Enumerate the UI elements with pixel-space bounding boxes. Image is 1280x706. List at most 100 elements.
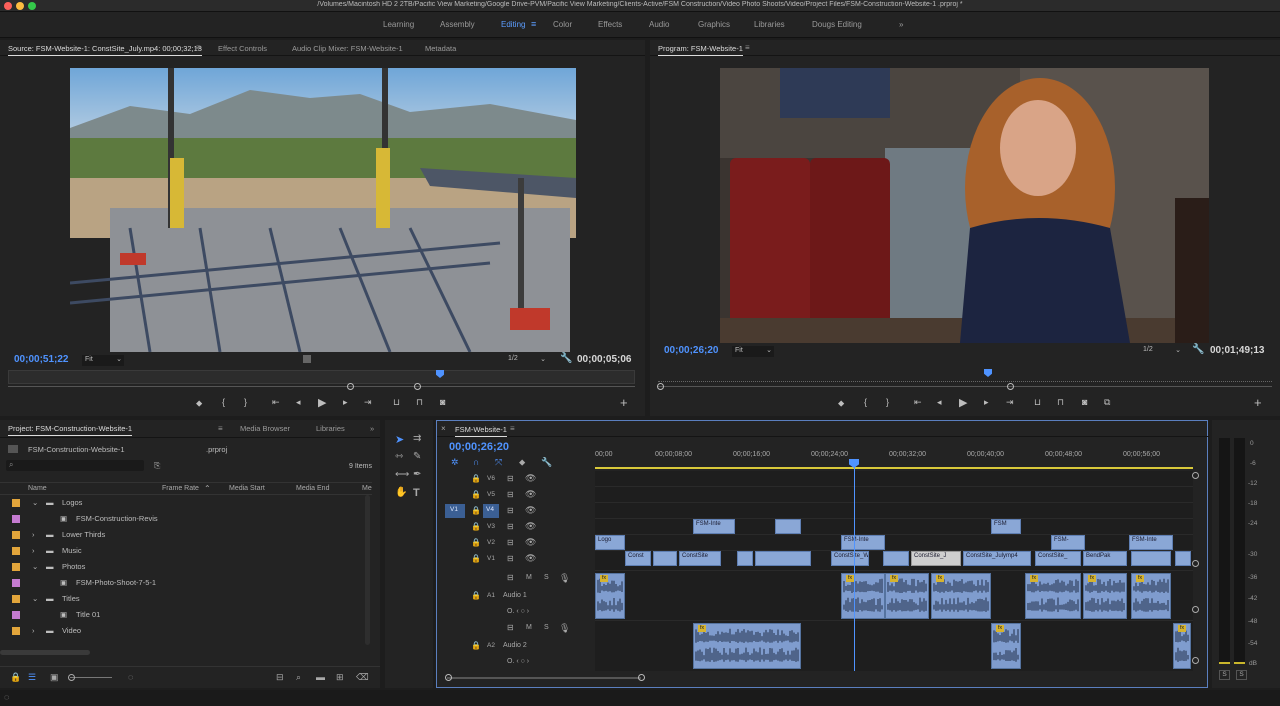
play-icon[interactable]: ▶ <box>959 396 967 409</box>
track-select-tool-icon[interactable]: ⇉ <box>413 433 421 444</box>
column-name[interactable]: Name <box>28 485 47 492</box>
video-clip[interactable] <box>1175 551 1191 566</box>
video-clip[interactable] <box>737 551 753 566</box>
solo-button[interactable]: S <box>544 624 549 631</box>
disclosure-open-icon[interactable]: ⌄ <box>32 498 38 507</box>
time-ruler[interactable]: 00;00 00;00;08;00 00;00;16;00 00;00;24;0… <box>595 447 1193 469</box>
audio-clip[interactable]: fx <box>991 623 1021 669</box>
column-frame-rate[interactable]: Frame Rate <box>162 485 199 492</box>
source-zoom-bar[interactable] <box>8 386 635 387</box>
source-timecode[interactable]: 00;00;51;22 <box>14 354 68 365</box>
list-item[interactable]: ▣ FSM-Photo-Shoot-7-5-1 <box>0 575 372 591</box>
vertical-zoom-handle[interactable] <box>1192 472 1199 479</box>
panel-menu-icon[interactable]: ≡ <box>196 43 201 52</box>
ripple-edit-tool-icon[interactable]: ⇿ <box>395 451 403 462</box>
add-marker-icon[interactable]: ⬥ <box>196 398 202 409</box>
list-item[interactable]: ⌄ ▬ Titles <box>0 591 372 607</box>
sync-lock-icon[interactable]: ⊟ <box>507 554 514 563</box>
list-item[interactable]: ⌄ ▬ Photos <box>0 559 372 575</box>
tab-media-browser[interactable]: Media Browser <box>240 424 290 433</box>
program-scrub-bar[interactable] <box>658 369 1272 382</box>
panel-menu-icon[interactable]: ≡ <box>218 424 223 433</box>
video-clip[interactable]: BendPak <box>1083 551 1127 566</box>
disclosure-closed-icon[interactable]: › <box>32 530 35 539</box>
program-zoom-bar[interactable] <box>658 386 1272 387</box>
list-item[interactable]: › ▬ Lower Thirds <box>0 527 372 543</box>
workspace-effects[interactable]: Effects <box>598 20 622 29</box>
add-button-icon[interactable]: + <box>620 395 628 410</box>
audio-clip[interactable]: fx <box>885 573 929 619</box>
workspace-editing[interactable]: Editing <box>501 20 525 29</box>
mute-button[interactable]: M <box>526 574 532 581</box>
source-insert-icon[interactable] <box>303 355 311 363</box>
program-zoom-handle-right[interactable] <box>1007 383 1014 390</box>
workspace-menu-icon[interactable]: ≡ <box>531 19 536 29</box>
lock-icon[interactable]: 🔒 <box>471 490 481 499</box>
sync-lock-icon[interactable]: ⊟ <box>507 573 514 582</box>
mark-in-icon[interactable]: { <box>864 397 867 407</box>
snap-icon[interactable]: ∩ <box>473 457 479 467</box>
project-horizontal-scrollbar[interactable] <box>0 650 90 655</box>
workspace-dougs-editing[interactable]: Dougs Editing <box>812 20 862 29</box>
icon-view-icon[interactable]: ▣ <box>50 672 59 683</box>
hand-tool-icon[interactable]: ✋ <box>395 487 407 498</box>
column-media-start[interactable]: Media Start <box>229 485 265 492</box>
clear-icon[interactable]: ⌫ <box>356 672 369 683</box>
eye-icon[interactable]: 👁 <box>525 553 536 564</box>
video-clip[interactable] <box>653 551 677 566</box>
go-to-in-icon[interactable]: ⇤ <box>914 397 922 408</box>
source-zoom-handle-left[interactable] <box>347 383 354 390</box>
eye-icon[interactable]: 👁 <box>525 521 536 532</box>
vertical-zoom-handle[interactable] <box>1192 606 1199 613</box>
source-resolution-dropdown[interactable]: 1/2 ⌄ <box>508 355 548 366</box>
project-vertical-scrollbar[interactable] <box>365 495 370 645</box>
video-clip[interactable]: FSM-Inte <box>841 535 885 550</box>
column-media[interactable]: Me <box>362 485 372 492</box>
lock-icon[interactable]: 🔒 <box>471 591 481 600</box>
lock-icon[interactable]: 🔒 <box>471 474 481 483</box>
sync-lock-icon[interactable]: ⊟ <box>507 474 514 483</box>
go-to-out-icon[interactable]: ⇥ <box>364 397 372 408</box>
list-view-icon[interactable]: ☰ <box>28 672 36 683</box>
video-clip[interactable]: ConstSite <box>679 551 721 566</box>
zoom-slider[interactable] <box>70 677 112 678</box>
type-tool-icon[interactable]: T <box>413 487 420 499</box>
new-bin-icon[interactable]: ▬ <box>316 672 325 682</box>
program-video-frame[interactable] <box>720 68 1209 343</box>
overwrite-icon[interactable]: ⊓ <box>416 397 423 408</box>
close-icon[interactable]: × <box>441 424 446 433</box>
video-clip-selected[interactable]: ConstSite_J <box>911 551 961 566</box>
workspace-color[interactable]: Color <box>553 20 572 29</box>
mark-out-icon[interactable]: } <box>244 397 247 407</box>
lock-icon[interactable]: 🔒 <box>471 522 481 531</box>
camera-icon[interactable]: ◙ <box>1082 397 1087 407</box>
video-clip[interactable]: Const <box>625 551 651 566</box>
play-icon[interactable]: ▶ <box>318 396 326 409</box>
video-clip[interactable] <box>775 519 801 534</box>
go-to-in-icon[interactable]: ⇤ <box>272 397 280 408</box>
new-search-bin-icon[interactable]: ⎘ <box>154 461 160 471</box>
tab-project[interactable]: Project: FSM-Construction-Website-1 <box>8 424 133 436</box>
add-marker-icon[interactable]: ⬥ <box>519 457 525 468</box>
disclosure-closed-icon[interactable]: › <box>32 626 35 635</box>
microphone-icon[interactable]: 🎙 <box>559 573 570 584</box>
list-item[interactable]: ▣ Title 01 <box>0 607 372 623</box>
video-clip[interactable]: FSM-Inte <box>1129 535 1173 550</box>
audio-clip[interactable]: fx <box>1025 573 1081 619</box>
extract-icon[interactable]: ⊓ <box>1057 397 1064 408</box>
slip-tool-icon[interactable]: ⟷ <box>395 469 409 480</box>
keyframe-nav-icon[interactable]: O. ‹ ○ › <box>507 608 529 615</box>
program-fit-dropdown[interactable]: Fit ⌄ <box>732 346 774 357</box>
video-clip[interactable]: ConstSite_ <box>1035 551 1081 566</box>
step-back-icon[interactable]: ◂ <box>937 397 942 408</box>
find-icon[interactable]: ⌕ <box>296 672 301 683</box>
program-timecode[interactable]: 00;00;26;20 <box>664 345 718 356</box>
workspace-overflow-button[interactable]: » <box>899 20 903 29</box>
tab-metadata[interactable]: Metadata <box>425 44 456 53</box>
work-area-bar[interactable] <box>595 467 1193 469</box>
audio-clip[interactable]: fx <box>693 623 801 669</box>
sync-lock-icon[interactable]: ⊟ <box>507 623 514 632</box>
keyframe-nav-icon[interactable]: O. ‹ ○ › <box>507 658 529 665</box>
timeline-timecode[interactable]: 00;00;26;20 <box>449 441 509 453</box>
wrench-icon[interactable]: 🔧 <box>541 457 552 468</box>
